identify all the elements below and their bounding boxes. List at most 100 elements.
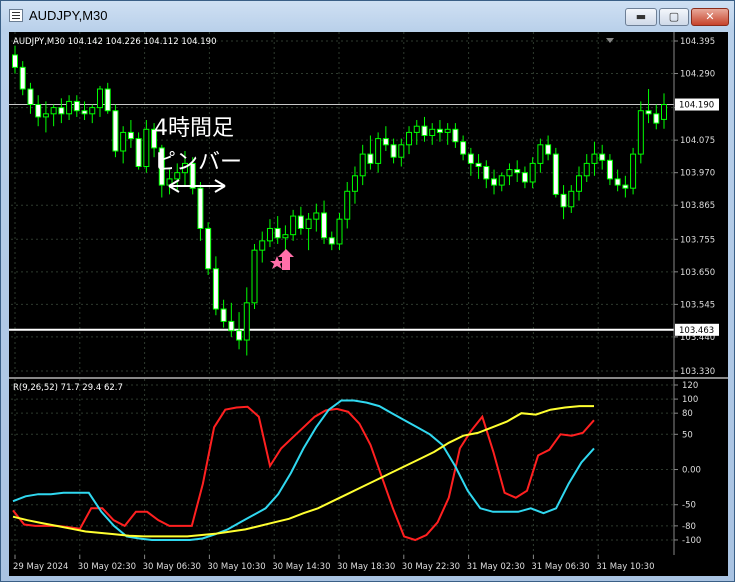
- candle-body: [406, 131, 413, 146]
- candle-body: [491, 178, 498, 186]
- candle-body: [328, 237, 335, 245]
- candle-body: [220, 308, 227, 322]
- candle: [421, 116, 428, 142]
- time-tick-label: 30 May 22:30: [402, 562, 460, 572]
- candle: [243, 287, 250, 356]
- candle: [552, 147, 559, 198]
- candle: [89, 104, 96, 124]
- window-title: AUDJPY,M30: [29, 8, 108, 23]
- price-tick-label: 103.650: [680, 268, 715, 278]
- candle: [583, 154, 590, 182]
- candle-body: [382, 138, 389, 146]
- candle: [127, 120, 134, 148]
- time-tick-label: 29 May 2024: [13, 562, 68, 572]
- candle-body: [637, 110, 644, 155]
- candle-body: [321, 212, 328, 239]
- candle-body: [73, 100, 80, 112]
- candle-body: [27, 88, 34, 106]
- indicator-axis: 120 100 80 50 0.00 -50 -80 -100: [673, 379, 701, 555]
- candle: [661, 93, 667, 129]
- candle-body: [104, 88, 111, 112]
- price-tick-label: 104.290: [680, 70, 715, 80]
- candle: [444, 123, 451, 145]
- indicator-tick-label: -50: [682, 501, 696, 511]
- candle-body: [259, 240, 266, 251]
- candle: [599, 144, 606, 170]
- candle-body: [251, 249, 258, 304]
- time-tick-label: 30 May 18:30: [337, 562, 395, 572]
- indicator-tick-label: -80: [682, 522, 696, 532]
- indicator-series-line: [12, 405, 594, 538]
- price-panel[interactable]: 104.395104.290104.180104.075103.970103.8…: [9, 32, 728, 377]
- candle-body: [297, 215, 304, 229]
- candle-body: [661, 104, 667, 120]
- candle: [622, 175, 629, 198]
- chart-window: AUDJPY,M30 ▬ ▢ ✕ 104.395104.290104.18010…: [0, 0, 735, 582]
- candle: [120, 126, 127, 164]
- candle: [336, 212, 343, 251]
- candle-body: [120, 131, 127, 152]
- candle-body: [212, 268, 219, 310]
- price-chart[interactable]: 104.395104.290104.180104.075103.970103.8…: [9, 32, 728, 377]
- candle-body: [645, 110, 652, 115]
- candle-body: [467, 153, 474, 164]
- price-tick-label: 104.075: [680, 136, 715, 146]
- candle-body: [290, 215, 297, 236]
- candle-body: [576, 175, 583, 192]
- candle: [382, 126, 389, 151]
- candle: [606, 154, 613, 186]
- candle: [58, 98, 65, 124]
- candle: [521, 166, 528, 189]
- candle-body: [614, 178, 621, 186]
- candle-body: [243, 302, 250, 341]
- close-button[interactable]: ✕: [691, 8, 729, 26]
- chart-area[interactable]: 104.395104.290104.180104.075103.970103.8…: [9, 32, 728, 576]
- candle-body: [514, 169, 521, 174]
- indicator-series-line: [12, 405, 595, 542]
- time-tick-label: 30 May 14:30: [272, 562, 330, 572]
- candle: [398, 138, 405, 167]
- candle: [297, 206, 304, 235]
- candle-body: [205, 227, 212, 270]
- candle-body: [313, 212, 320, 220]
- candle-body: [622, 184, 629, 189]
- candle: [560, 185, 567, 220]
- indicator-grid: [11, 379, 674, 555]
- candle: [12, 45, 18, 74]
- candle-body: [50, 107, 57, 115]
- candle: [236, 312, 243, 350]
- double-arrow-icon: [168, 179, 226, 193]
- candle-body: [336, 218, 343, 245]
- candle-body: [506, 169, 513, 177]
- price-tick-label: 104.395: [680, 37, 715, 47]
- indicator-chart[interactable]: 120 100 80 50 0.00 -50 -80 -100 R(9,26,52) 71.7…: [9, 379, 728, 555]
- minimize-button[interactable]: ▬: [625, 8, 657, 26]
- price-tick-label: 103.865: [680, 201, 715, 211]
- candle-body: [444, 128, 451, 133]
- candle: [228, 302, 235, 337]
- indicator-header: R(9,26,52) 71.7 29.4 62.7: [13, 383, 123, 393]
- candle-body: [460, 141, 467, 155]
- maximize-button[interactable]: ▢: [659, 8, 689, 26]
- candle: [197, 181, 204, 241]
- candle: [614, 169, 621, 192]
- indicator-tick-label: 100: [682, 395, 698, 405]
- price-tick-label: 103.545: [680, 300, 715, 310]
- buy-arrow-icon: [270, 249, 294, 270]
- candle: [436, 120, 443, 142]
- title-bar[interactable]: AUDJPY,M30 ▬ ▢ ✕: [1, 1, 734, 31]
- candle: [475, 154, 482, 179]
- candle-body: [344, 190, 351, 220]
- candle: [274, 216, 281, 244]
- candle: [305, 212, 312, 251]
- candle-body: [266, 227, 273, 242]
- annotation-line2: ピンバー: [154, 150, 242, 175]
- candle: [653, 104, 660, 130]
- candle-body: [560, 193, 567, 208]
- candle-body: [413, 125, 420, 133]
- candle-body: [568, 190, 575, 208]
- candle-body: [630, 153, 637, 189]
- candle-body: [197, 187, 204, 229]
- indicator-panel[interactable]: 120 100 80 50 0.00 -50 -80 -100 R(9,26,52) 71.7…: [9, 379, 728, 555]
- candle: [321, 200, 328, 244]
